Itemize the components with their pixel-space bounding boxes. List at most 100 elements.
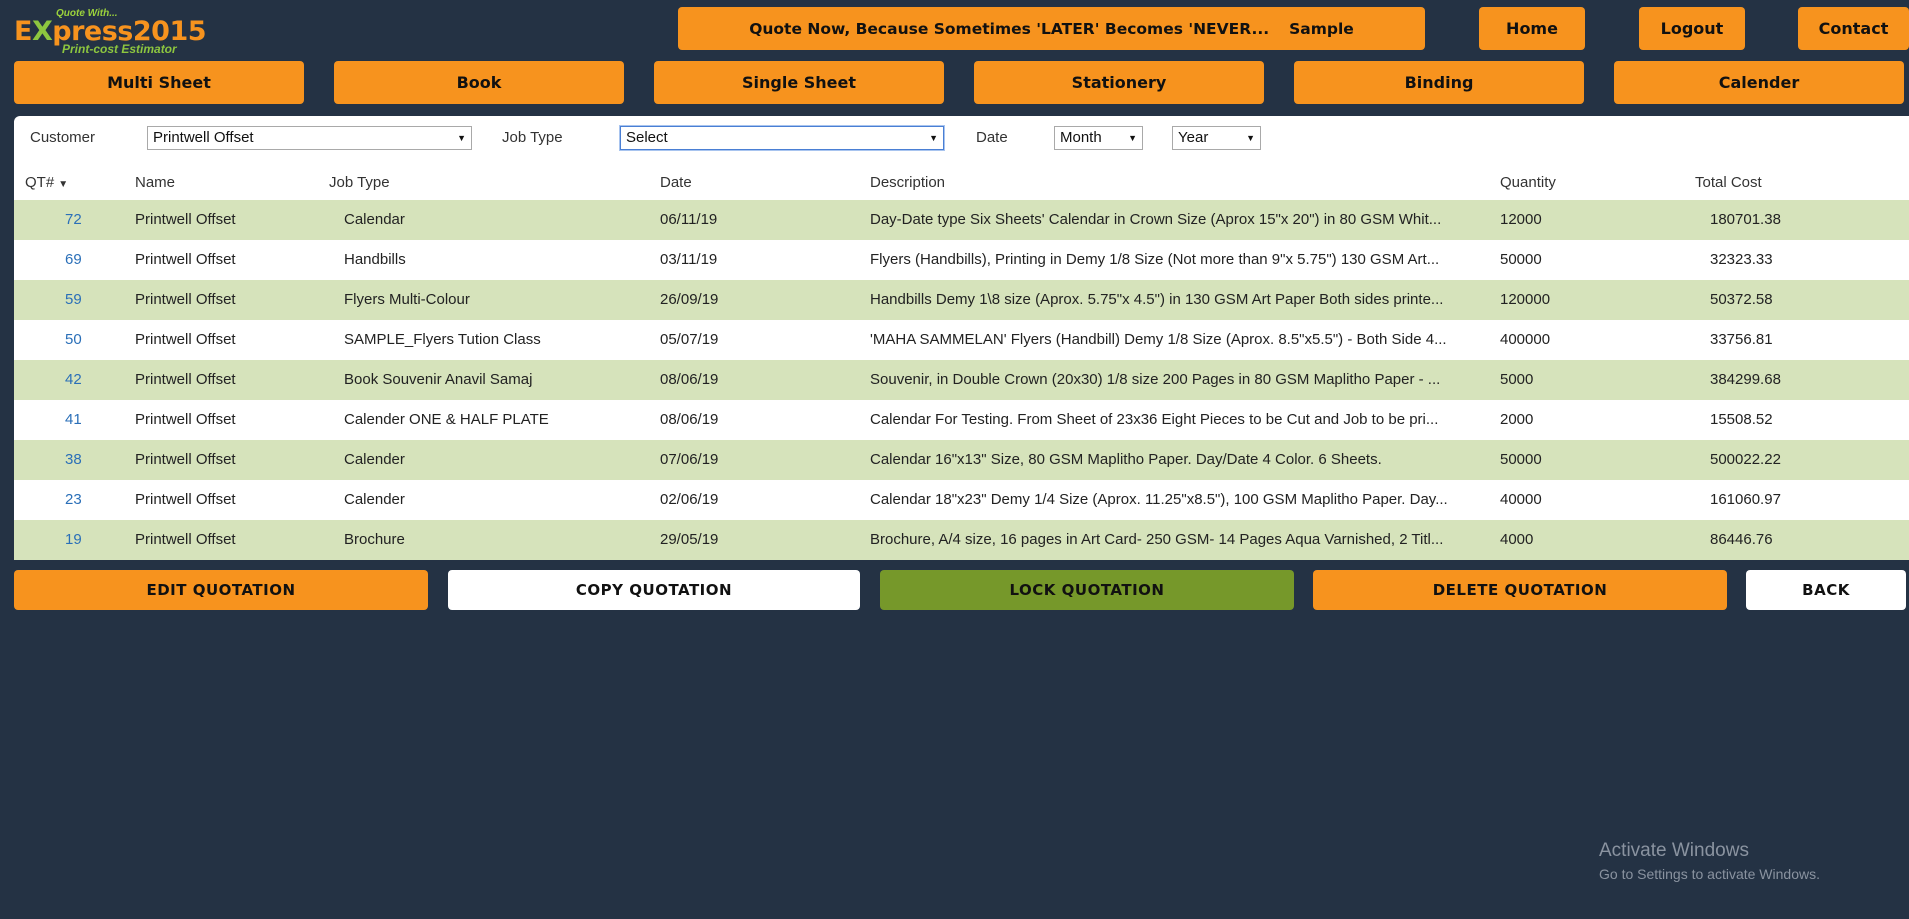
row-description: Calendar 18"x23" Demy 1/4 Size (Aprox. 1… <box>870 491 1448 508</box>
chevron-down-icon: ▼ <box>1128 133 1137 143</box>
row-description: Handbills Demy 1\8 size (Aprox. 5.75"x 4… <box>870 291 1444 308</box>
tab-multi-sheet[interactable]: Multi Sheet <box>14 61 304 104</box>
row-description: Brochure, A/4 size, 16 pages in Art Card… <box>870 531 1444 548</box>
row-name: Printwell Offset <box>135 331 236 348</box>
jobtype-select[interactable]: Select ▼ <box>620 126 944 150</box>
tab-binding[interactable]: Binding <box>1294 61 1584 104</box>
table-row[interactable]: 38 Printwell Offset Calender 07/06/19 Ca… <box>14 440 1909 480</box>
chevron-down-icon: ▼ <box>457 133 466 143</box>
delete-quotation-button[interactable]: DELETE QUOTATION <box>1313 570 1727 610</box>
table-body: 72 Printwell Offset Calendar 06/11/19 Da… <box>14 200 1909 560</box>
row-jobtype: Calender <box>344 491 405 508</box>
tab-stationery[interactable]: Stationery <box>974 61 1264 104</box>
row-total-cost: 384299.68 <box>1710 371 1781 388</box>
row-jobtype: Calendar <box>344 211 405 228</box>
month-select[interactable]: Month ▼ <box>1054 126 1143 150</box>
row-quantity: 2000 <box>1500 411 1534 428</box>
table-row[interactable]: 50 Printwell Offset SAMPLE_Flyers Tution… <box>14 320 1909 360</box>
date-label: Date <box>976 129 1008 146</box>
row-qt-link[interactable]: 42 <box>65 371 82 388</box>
row-qt-link[interactable]: 72 <box>65 211 82 228</box>
row-date: 06/11/19 <box>660 211 718 228</box>
copy-quotation-button[interactable]: COPY QUOTATION <box>448 570 860 610</box>
row-quantity: 50000 <box>1500 251 1542 268</box>
sort-down-icon: ▼ <box>58 179 69 190</box>
column-total-cost[interactable]: Total Cost <box>1695 174 1762 191</box>
jobtype-label: Job Type <box>502 129 563 146</box>
row-quantity: 12000 <box>1500 211 1542 228</box>
tab-calender[interactable]: Calender <box>1614 61 1904 104</box>
table-row[interactable]: 19 Printwell Offset Brochure 29/05/19 Br… <box>14 520 1909 560</box>
row-jobtype: Calender <box>344 451 405 468</box>
table-row[interactable]: 41 Printwell Offset Calender ONE & HALF … <box>14 400 1909 440</box>
row-date: 08/06/19 <box>660 411 719 428</box>
month-select-value: Month <box>1060 129 1102 146</box>
filter-bar: Customer Printwell Offset ▼ Job Type Sel… <box>14 116 1909 162</box>
row-date: 02/06/19 <box>660 491 719 508</box>
row-qt-link[interactable]: 38 <box>65 451 82 468</box>
row-jobtype: SAMPLE_Flyers Tution Class <box>344 331 541 348</box>
row-qt-link[interactable]: 50 <box>65 331 82 348</box>
activate-windows-watermark: Activate Windows Go to Settings to activ… <box>1599 840 1820 882</box>
row-name: Printwell Offset <box>135 451 236 468</box>
column-quantity[interactable]: Quantity <box>1500 174 1556 191</box>
row-qt-link[interactable]: 23 <box>65 491 82 508</box>
year-select-value: Year <box>1178 129 1209 146</box>
year-select[interactable]: Year ▼ <box>1172 126 1261 150</box>
column-name[interactable]: Name <box>135 174 175 191</box>
column-qt[interactable]: QT# ▼ <box>25 174 68 191</box>
row-date: 08/06/19 <box>660 371 719 388</box>
row-jobtype: Brochure <box>344 531 405 548</box>
column-date[interactable]: Date <box>660 174 692 191</box>
table-row[interactable]: 72 Printwell Offset Calendar 06/11/19 Da… <box>14 200 1909 240</box>
lock-quotation-button[interactable]: LOCK QUOTATION <box>880 570 1294 610</box>
header-banner: Quote Now, Because Sometimes 'LATER' Bec… <box>678 7 1425 50</box>
row-description: Flyers (Handbills), Printing in Demy 1/8… <box>870 251 1440 268</box>
row-qt-link[interactable]: 59 <box>65 291 82 308</box>
quotation-panel: Customer Printwell Offset ▼ Job Type Sel… <box>14 116 1909 560</box>
tab-book[interactable]: Book <box>334 61 624 104</box>
customer-label: Customer <box>30 129 96 146</box>
jobtype-select-value: Select <box>626 129 668 146</box>
logo-subtitle: Print-cost Estimator <box>62 42 177 56</box>
row-qt-link[interactable]: 69 <box>65 251 82 268</box>
row-quantity: 4000 <box>1500 531 1534 548</box>
contact-button[interactable]: Contact <box>1798 7 1909 50</box>
column-description[interactable]: Description <box>870 174 945 191</box>
table-row[interactable]: 69 Printwell Offset Handbills 03/11/19 F… <box>14 240 1909 280</box>
column-jobtype[interactable]: Job Type <box>329 174 390 191</box>
logout-button[interactable]: Logout <box>1639 7 1745 50</box>
row-total-cost: 500022.22 <box>1710 451 1781 468</box>
customer-select[interactable]: Printwell Offset ▼ <box>147 126 472 150</box>
row-qt-link[interactable]: 41 <box>65 411 82 428</box>
row-name: Printwell Offset <box>135 491 236 508</box>
row-name: Printwell Offset <box>135 251 236 268</box>
row-date: 03/11/19 <box>660 251 718 268</box>
home-button[interactable]: Home <box>1479 7 1585 50</box>
row-description: Day-Date type Six Sheets' Calendar in Cr… <box>870 211 1442 228</box>
row-jobtype: Flyers Multi-Colour <box>344 291 470 308</box>
back-button[interactable]: BACK <box>1746 570 1906 610</box>
row-quantity: 400000 <box>1500 331 1551 348</box>
row-description: Calendar 16"x13" Size, 80 GSM Maplitho P… <box>870 451 1382 468</box>
banner-sample: Sample <box>1289 19 1354 38</box>
row-qt-link[interactable]: 19 <box>65 531 82 548</box>
table-row[interactable]: 42 Printwell Offset Book Souvenir Anavil… <box>14 360 1909 400</box>
chevron-down-icon: ▼ <box>1246 133 1255 143</box>
row-quantity: 50000 <box>1500 451 1542 468</box>
row-name: Printwell Offset <box>135 291 236 308</box>
tab-single-sheet[interactable]: Single Sheet <box>654 61 944 104</box>
row-total-cost: 180701.38 <box>1710 211 1781 228</box>
row-name: Printwell Offset <box>135 371 236 388</box>
row-quantity: 40000 <box>1500 491 1542 508</box>
table-header: QT# ▼ Name Job Type Date Description Quan… <box>14 162 1909 200</box>
table-row[interactable]: 23 Printwell Offset Calender 02/06/19 Ca… <box>14 480 1909 520</box>
row-total-cost: 33756.81 <box>1710 331 1773 348</box>
customer-select-value: Printwell Offset <box>153 129 254 146</box>
row-description: Souvenir, in Double Crown (20x30) 1/8 si… <box>870 371 1441 388</box>
row-jobtype: Calender ONE & HALF PLATE <box>344 411 549 428</box>
row-date: 26/09/19 <box>660 291 719 308</box>
table-row[interactable]: 59 Printwell Offset Flyers Multi-Colour … <box>14 280 1909 320</box>
edit-quotation-button[interactable]: EDIT QUOTATION <box>14 570 428 610</box>
row-date: 29/05/19 <box>660 531 719 548</box>
